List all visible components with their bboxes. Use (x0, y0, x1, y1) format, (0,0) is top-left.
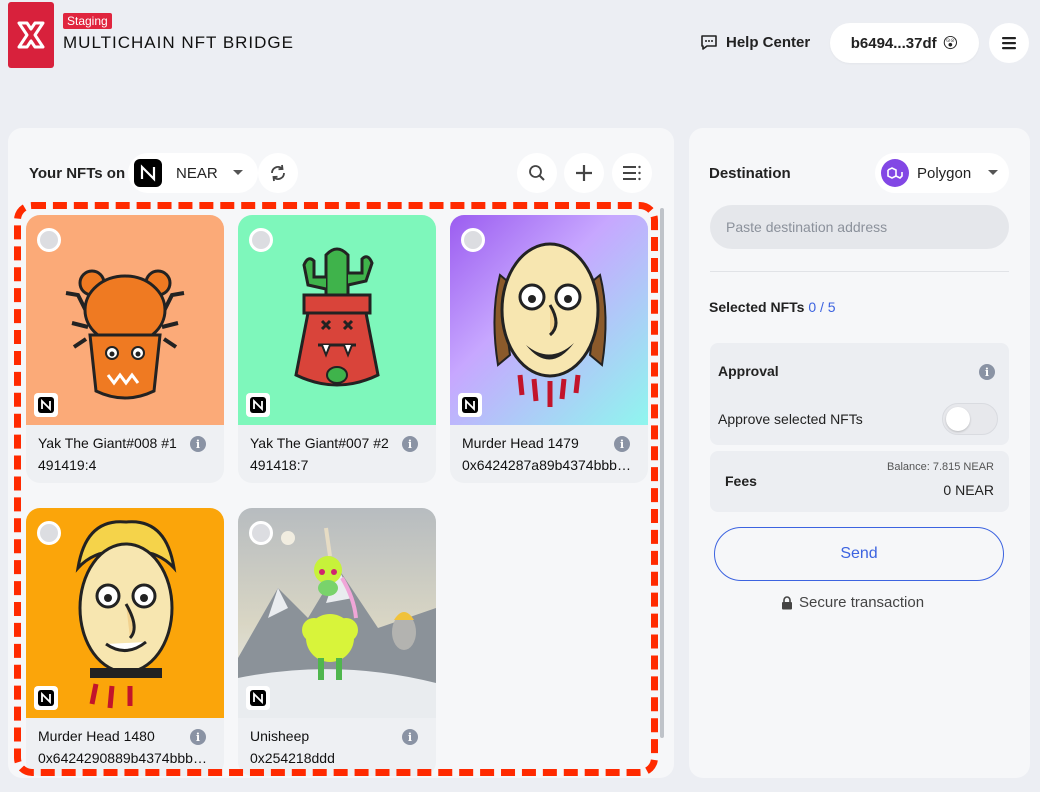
info-icon[interactable]: i (402, 729, 418, 745)
chevron-down-icon (988, 170, 999, 175)
approve-toggle[interactable] (942, 403, 998, 435)
approval-section: Approval i Approve selected NFTs (710, 343, 1009, 445)
menu-button[interactable] (989, 23, 1029, 63)
info-icon[interactable]: i (402, 436, 418, 452)
hamburger-icon (1002, 37, 1016, 50)
app-logo[interactable] (8, 2, 54, 68)
plus-icon (576, 165, 592, 181)
select-radio[interactable] (37, 521, 61, 545)
near-chain-icon (34, 393, 58, 417)
nft-card[interactable]: Murder Head 1479 i 0x6424287a89b4374bbbb… (450, 215, 648, 483)
nft-card[interactable]: Murder Head 1480 i 0x6424290889b4374bbbb… (26, 508, 224, 776)
search-icon (529, 165, 545, 181)
destination-address-input[interactable] (710, 205, 1009, 249)
divider (710, 271, 1009, 272)
nft-image (450, 215, 648, 425)
nft-card[interactable]: Unisheep i 0x254218ddd (238, 508, 436, 776)
approve-label: Approve selected NFTs (718, 411, 863, 427)
info-icon[interactable]: i (614, 436, 630, 452)
select-radio[interactable] (461, 228, 485, 252)
near-logo-icon (134, 159, 162, 187)
secure-label: Secure transaction (799, 594, 925, 611)
nft-image (26, 215, 224, 425)
nft-token-id: 491419:4 (38, 457, 97, 473)
select-radio[interactable] (37, 228, 61, 252)
help-center-label: Help Center (726, 33, 811, 51)
near-chain-icon (34, 686, 58, 710)
chevron-down-icon (232, 170, 243, 175)
approval-title: Approval (718, 363, 779, 379)
select-radio[interactable] (249, 521, 273, 545)
add-nft-button[interactable] (564, 153, 604, 193)
nft-name: Murder Head 1480 (38, 728, 155, 744)
lock-icon (782, 595, 792, 609)
selected-nfts-label: Selected NFTs 0 / 5 (709, 299, 836, 315)
nft-image (238, 215, 436, 425)
nft-card[interactable]: Yak The Giant#007 #2 i 491418:7 (238, 215, 436, 483)
secure-transaction: Secure transaction (781, 594, 924, 611)
wallet-button[interactable]: b6494...37df 😲 (830, 23, 979, 63)
nft-card[interactable]: Yak The Giant#008 #1 i 491419:4 (26, 215, 224, 483)
scrollbar[interactable] (660, 208, 664, 738)
near-chain-icon (458, 393, 482, 417)
nft-token-id: 491418:7 (250, 457, 309, 473)
nft-name: Unisheep (250, 728, 310, 744)
nft-list-panel: Your NFTs on NEAR Yak The Giant#008 #1 i… (8, 128, 674, 778)
nft-name: Yak The Giant#008 #1 (38, 435, 177, 451)
info-icon[interactable]: i (190, 729, 206, 745)
nft-image (26, 508, 224, 718)
nft-token-id: 0x6424290889b4374bbbbbbb (38, 750, 213, 766)
selected-count: 0 / 5 (808, 299, 836, 315)
info-icon[interactable]: i (190, 436, 206, 452)
help-center-link[interactable]: Help Center (700, 33, 810, 51)
destination-chain-label: Polygon (917, 164, 972, 182)
refresh-icon (271, 164, 285, 182)
nft-image (238, 508, 436, 718)
destination-label: Destination (709, 165, 791, 182)
source-chain-label: NEAR (176, 164, 218, 182)
nft-name: Yak The Giant#007 #2 (250, 435, 389, 451)
staging-badge: Staging (63, 13, 112, 29)
your-nfts-label: Your NFTs on (29, 165, 126, 182)
wallet-avatar: 😲 (942, 35, 959, 52)
near-chain-icon (246, 393, 270, 417)
balance-text: Balance: 7.815 NEAR (886, 461, 994, 473)
polygon-logo-icon (881, 159, 909, 187)
nft-token-id: 0x254218ddd (250, 750, 335, 766)
fees-label: Fees (725, 473, 757, 489)
wallet-address: b6494...37df (850, 34, 937, 52)
source-chain-select[interactable]: NEAR (128, 153, 258, 193)
refresh-button[interactable] (258, 153, 298, 193)
near-chain-icon (246, 686, 270, 710)
search-button[interactable] (517, 153, 557, 193)
send-button[interactable]: Send (714, 527, 1004, 581)
fees-section: Fees Balance: 7.815 NEAR 0 NEAR (710, 451, 1009, 512)
list-view-button[interactable] (612, 153, 652, 193)
x-logo-icon (17, 21, 45, 49)
info-icon[interactable]: i (979, 364, 995, 380)
list-icon (623, 165, 641, 181)
app-title: MULTICHAIN NFT BRIDGE (63, 33, 294, 52)
transfer-panel: Destination Polygon Selected NFTs 0 / 5 … (689, 128, 1030, 778)
select-radio[interactable] (249, 228, 273, 252)
nft-token-id: 0x6424287a89b4374bbbbbbb (462, 457, 637, 473)
fee-value: 0 NEAR (943, 482, 994, 498)
destination-chain-select[interactable]: Polygon (875, 153, 1009, 193)
nft-name: Murder Head 1479 (462, 435, 579, 451)
chat-icon (701, 35, 717, 50)
